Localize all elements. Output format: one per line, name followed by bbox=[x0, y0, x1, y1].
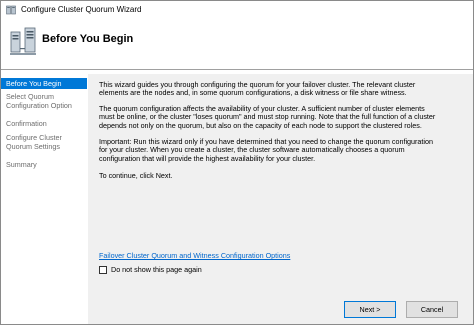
content-panel: This wizard guides you through configuri… bbox=[88, 74, 473, 296]
page-title: Before You Begin bbox=[42, 33, 134, 45]
title-bar[interactable]: Configure Cluster Quorum Wizard bbox=[1, 1, 473, 19]
cluster-server-icon bbox=[10, 27, 36, 55]
dont-show-again-checkbox[interactable] bbox=[99, 265, 107, 274]
quorum-options-link[interactable]: Failover Cluster Quorum and Witness Conf… bbox=[99, 251, 290, 260]
nav-step-configure-quorum-settings[interactable]: Configure Cluster Quorum Settings bbox=[1, 133, 87, 152]
button-bar: Next > Cancel bbox=[88, 296, 473, 324]
nav-step-select-quorum-option[interactable]: Select Quorum Configuration Option bbox=[1, 92, 87, 111]
continue-instruction: To continue, click Next. bbox=[99, 171, 173, 180]
wizard-steps-nav: Before You Begin Select Quorum Configura… bbox=[1, 74, 87, 323]
window-title: Configure Cluster Quorum Wizard bbox=[21, 5, 142, 14]
wizard-header: Before You Begin bbox=[1, 19, 473, 69]
dont-show-again-label: Do not show this page again bbox=[111, 265, 202, 274]
nav-step-summary[interactable]: Summary bbox=[1, 160, 87, 170]
cluster-icon bbox=[6, 5, 16, 15]
nav-step-before-you-begin[interactable]: Before You Begin bbox=[1, 78, 87, 89]
cancel-button[interactable]: Cancel bbox=[406, 301, 458, 318]
dont-show-again-row[interactable]: Do not show this page again bbox=[99, 265, 202, 274]
important-paragraph: Important: Run this wizard only if you h… bbox=[99, 137, 434, 163]
wizard-window: Configure Cluster Quorum Wizard Before Y… bbox=[0, 0, 474, 325]
header-divider bbox=[1, 69, 473, 70]
nav-step-confirmation[interactable]: Confirmation bbox=[1, 119, 87, 129]
intro-paragraph: This wizard guides you through configuri… bbox=[99, 80, 416, 98]
next-button[interactable]: Next > bbox=[344, 301, 396, 318]
availability-paragraph: The quorum configuration affects the ava… bbox=[99, 104, 436, 130]
